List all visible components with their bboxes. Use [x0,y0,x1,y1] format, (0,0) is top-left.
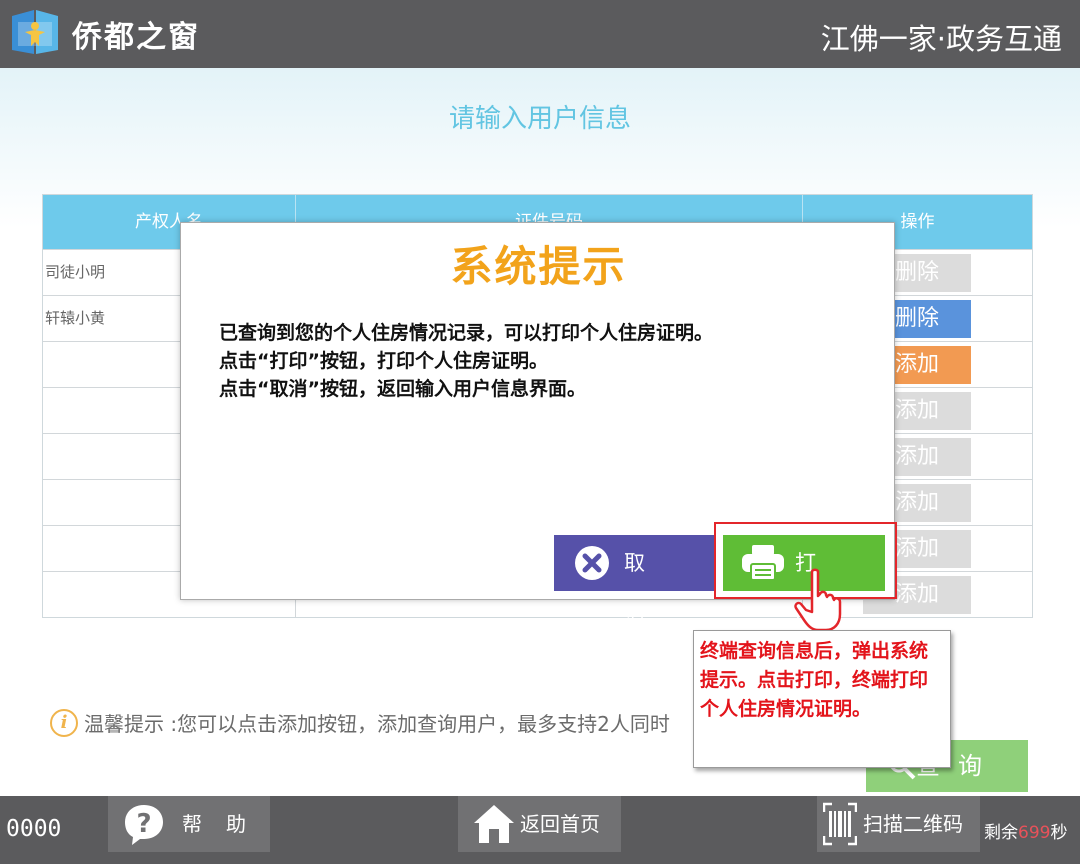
pointer-hand-icon [794,568,842,632]
close-icon [575,546,609,580]
tip-text: 温馨提示 :您可以点击添加按钮，添加查询用户，最多支持2人同时 [84,712,670,736]
timer-value: 699 [1018,823,1051,843]
scan-qr-label: 扫描二维码 [863,812,963,836]
callout-text: 终端查询信息后，弹出系统提示。点击打印，终端打印个人住房情况证明。 [700,640,929,720]
app-title: 侨都之窗 [72,20,200,55]
cancel-button[interactable]: 取消 [554,535,714,631]
bottom-bar: 0000 ? 帮助 返回首页 扫描二维码 剩余699秒 [0,796,1080,864]
scan-qr-button[interactable]: 扫描二维码 [817,796,980,852]
window-logo-icon [12,10,58,54]
system-prompt-dialog: 系统提示 已查询到您的个人住房情况记录，可以打印个人住房证明。 点击“打印”按钮… [180,222,897,631]
help-icon: ? [125,805,163,845]
home-label: 返回首页 [520,812,600,836]
home-icon [474,805,514,843]
barcode-scan-icon [823,802,857,846]
printer-icon [742,545,784,581]
help-button[interactable]: ? 帮助 [108,796,270,852]
page-title: 请输入用户信息 [448,104,631,134]
svg-text:?: ? [136,809,151,839]
dialog-title: 系统提示 [450,242,627,291]
tip-message: i 温馨提示 :您可以点击添加按钮，添加查询用户，最多支持2人同时 [50,708,670,737]
timer-suffix: 秒 [1050,823,1068,843]
help-label: 帮助 [182,812,270,836]
annotation-callout: 终端查询信息后，弹出系统提示。点击打印，终端打印个人住房情况证明。 [693,630,951,768]
timer-prefix: 剩余 [984,823,1018,843]
countdown-timer: 剩余699秒 [984,818,1067,843]
device-counter: 0000 [6,816,62,842]
dialog-message-line: 已查询到您的个人住房情况记录，可以打印个人住房证明。 [219,322,714,344]
top-bar: 侨都之窗 江佛一家·政务互通 [0,0,1080,68]
info-icon: i [50,708,78,737]
dialog-message: 已查询到您的个人住房情况记录，可以打印个人住房证明。 点击“打印”按钮，打印个人… [219,319,879,403]
dialog-message-line: 点击“打印”按钮，打印个人住房证明。 [219,350,548,372]
header-slogan: 江佛一家·政务互通 [820,22,1062,56]
dialog-message-line: 点击“取消”按钮，返回输入用户信息界面。 [219,378,586,400]
home-button[interactable]: 返回首页 [458,796,621,852]
